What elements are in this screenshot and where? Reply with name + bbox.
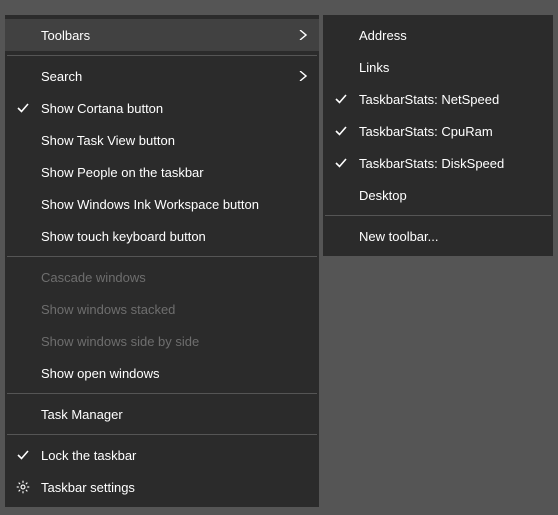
submenu-item-new-toolbar[interactable]: New toolbar...: [323, 220, 553, 252]
menu-label: Show Task View button: [41, 133, 307, 148]
gear-icon: [5, 480, 41, 494]
menu-item-show-people[interactable]: Show People on the taskbar: [5, 156, 319, 188]
menu-label: Taskbar settings: [41, 480, 307, 495]
submenu-item-address[interactable]: Address: [323, 19, 553, 51]
menu-separator: [7, 256, 317, 257]
check-icon: [5, 448, 41, 462]
menu-label: Links: [359, 60, 541, 75]
taskbar-context-menu: Toolbars Search Show Cortana button Show…: [4, 14, 320, 508]
menu-label: TaskbarStats: NetSpeed: [359, 92, 541, 107]
menu-label: TaskbarStats: CpuRam: [359, 124, 541, 139]
menu-item-windows-stacked: Show windows stacked: [5, 293, 319, 325]
menu-separator: [7, 434, 317, 435]
menu-label: Show Windows Ink Workspace button: [41, 197, 307, 212]
menu-separator: [7, 393, 317, 394]
check-icon: [323, 124, 359, 138]
toolbars-submenu: Address Links TaskbarStats: NetSpeed Tas…: [322, 14, 554, 257]
menu-label: Show windows stacked: [41, 302, 307, 317]
menu-label: TaskbarStats: DiskSpeed: [359, 156, 541, 171]
check-icon: [5, 101, 41, 115]
menu-item-taskbar-settings[interactable]: Taskbar settings: [5, 471, 319, 503]
menu-item-lock-taskbar[interactable]: Lock the taskbar: [5, 439, 319, 471]
menu-item-open-windows[interactable]: Show open windows: [5, 357, 319, 389]
menu-label: Toolbars: [41, 28, 291, 43]
submenu-item-cpuram[interactable]: TaskbarStats: CpuRam: [323, 115, 553, 147]
submenu-item-diskspeed[interactable]: TaskbarStats: DiskSpeed: [323, 147, 553, 179]
menu-item-search[interactable]: Search: [5, 60, 319, 92]
menu-label: Cascade windows: [41, 270, 307, 285]
menu-label: Task Manager: [41, 407, 307, 422]
menu-label: Desktop: [359, 188, 541, 203]
check-icon: [323, 156, 359, 170]
menu-label: Show windows side by side: [41, 334, 307, 349]
menu-label: Address: [359, 28, 541, 43]
submenu-item-netspeed[interactable]: TaskbarStats: NetSpeed: [323, 83, 553, 115]
menu-label: New toolbar...: [359, 229, 541, 244]
menu-label: Show open windows: [41, 366, 307, 381]
menu-separator: [325, 215, 551, 216]
menu-item-show-touch-keyboard[interactable]: Show touch keyboard button: [5, 220, 319, 252]
menu-item-toolbars[interactable]: Toolbars: [5, 19, 319, 51]
menu-separator: [7, 55, 317, 56]
menu-item-show-task-view[interactable]: Show Task View button: [5, 124, 319, 156]
menu-label: Show People on the taskbar: [41, 165, 307, 180]
menu-item-windows-side-by-side: Show windows side by side: [5, 325, 319, 357]
menu-item-task-manager[interactable]: Task Manager: [5, 398, 319, 430]
chevron-right-icon: [291, 30, 307, 40]
menu-item-show-cortana[interactable]: Show Cortana button: [5, 92, 319, 124]
menu-label: Search: [41, 69, 291, 84]
submenu-item-desktop[interactable]: Desktop: [323, 179, 553, 211]
menu-label: Show touch keyboard button: [41, 229, 307, 244]
menu-item-cascade-windows: Cascade windows: [5, 261, 319, 293]
check-icon: [323, 92, 359, 106]
menu-item-show-ink[interactable]: Show Windows Ink Workspace button: [5, 188, 319, 220]
submenu-item-links[interactable]: Links: [323, 51, 553, 83]
menu-label: Show Cortana button: [41, 101, 307, 116]
chevron-right-icon: [291, 71, 307, 81]
menu-label: Lock the taskbar: [41, 448, 307, 463]
